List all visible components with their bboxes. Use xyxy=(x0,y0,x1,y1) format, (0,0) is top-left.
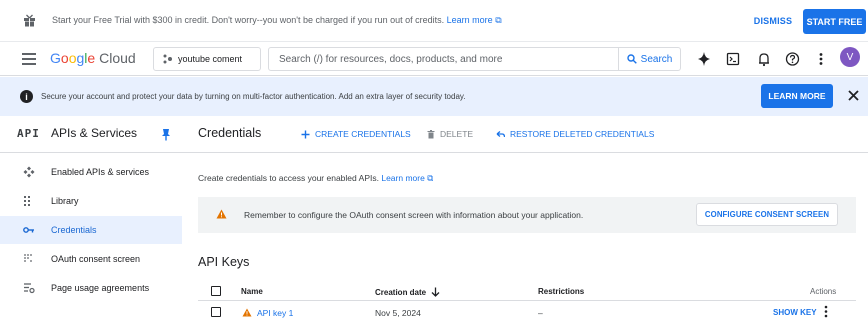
learn-more-button[interactable]: LEARN MORE xyxy=(761,84,833,108)
column-header-actions: Actions xyxy=(810,287,837,296)
project-dots-icon xyxy=(163,54,172,64)
external-link-icon: ⧉ xyxy=(495,15,502,25)
trial-message-text: Start your Free Trial with $300 in credi… xyxy=(52,15,445,25)
help-icon[interactable] xyxy=(785,51,800,67)
oauth-warning-box: Remember to configure the OAuth consent … xyxy=(198,197,856,233)
sidebar-item-oauth[interactable]: OAuth consent screen xyxy=(0,245,182,273)
oauth-warning-text: Remember to configure the OAuth consent … xyxy=(244,210,584,220)
sort-down-arrow-icon xyxy=(431,287,440,297)
sidebar-item-credentials[interactable]: Credentials xyxy=(0,216,182,244)
settings-list-icon xyxy=(24,283,35,294)
gift-icon xyxy=(24,14,35,27)
configure-consent-screen-button[interactable]: CONFIGURE CONSENT SCREEN xyxy=(696,203,838,226)
page-header: Credentials CREATE CREDENTIALS DELETE RE… xyxy=(182,116,868,153)
intro-learn-more-link[interactable]: Learn more ⧉ xyxy=(381,173,433,183)
sidebar-item-label: Page usage agreements xyxy=(51,283,150,293)
warning-icon xyxy=(216,209,227,219)
credentials-intro: Create credentials to access your enable… xyxy=(198,173,433,184)
project-name: youtube coment xyxy=(178,54,243,64)
plus-icon xyxy=(301,130,310,138)
pin-icon[interactable] xyxy=(161,128,171,141)
search-button[interactable]: Search xyxy=(618,48,680,70)
delete-label: DELETE xyxy=(440,129,474,139)
api-logo-text: API xyxy=(17,127,40,140)
dismiss-button[interactable]: DISMISS xyxy=(744,9,802,33)
create-credentials-button[interactable]: CREATE CREDENTIALS xyxy=(301,129,411,139)
table-row: API key 1 Nov 5, 2024 – SHOW KEY xyxy=(198,301,856,323)
search-input[interactable]: Search (/) for resources, docs, products… xyxy=(268,47,681,71)
sidebar-title: APIs & Services xyxy=(51,126,138,140)
sidebar-item-enabled-apis[interactable]: Enabled APIs & services xyxy=(0,158,182,186)
api-key-creation-date: Nov 5, 2024 xyxy=(375,308,421,318)
sidebar-header: API APIs & Services xyxy=(0,116,182,153)
intro-learn-more-label: Learn more xyxy=(381,173,425,183)
create-credentials-label: CREATE CREDENTIALS xyxy=(315,129,411,139)
external-link-icon: ⧉ xyxy=(427,173,434,183)
column-header-name: Name xyxy=(241,287,263,296)
delete-button[interactable]: DELETE xyxy=(427,129,473,139)
gemini-sparkle-icon[interactable] xyxy=(697,51,711,67)
column-header-restrictions: Restrictions xyxy=(538,287,585,296)
trial-message: Start your Free Trial with $300 in credi… xyxy=(52,15,502,26)
library-icon xyxy=(24,196,30,206)
security-banner-text: Secure your account and protect your dat… xyxy=(41,92,466,101)
sidebar-item-label: Library xyxy=(51,196,79,206)
column-header-creation-date[interactable]: Creation date xyxy=(375,287,440,297)
restore-label: RESTORE DELETED CREDENTIALS xyxy=(510,129,655,139)
page-title: Credentials xyxy=(198,126,262,140)
notifications-bell-icon[interactable] xyxy=(757,51,771,67)
more-vert-icon[interactable] xyxy=(818,51,824,67)
search-placeholder: Search (/) for resources, docs, products… xyxy=(279,54,503,65)
row-more-vert-icon[interactable] xyxy=(824,305,828,318)
api-keys-table-header: Name Creation date Restrictions Actions xyxy=(198,281,856,301)
search-button-label: Search xyxy=(640,53,673,65)
sidebar-item-library[interactable]: Library xyxy=(0,187,182,215)
top-navigation: Google Cloud youtube coment Search (/) f… xyxy=(0,42,868,76)
sidebar-item-label: Credentials xyxy=(51,225,97,235)
sidebar-item-label: Enabled APIs & services xyxy=(51,167,150,177)
trial-learn-more-label: Learn more xyxy=(446,15,493,25)
trial-learn-more-link[interactable]: Learn more ⧉ xyxy=(447,15,502,25)
key-icon xyxy=(23,227,34,233)
row-checkbox[interactable] xyxy=(211,307,221,317)
creation-date-label: Creation date xyxy=(375,287,427,297)
sidebar: API APIs & Services Enabled APIs & servi… xyxy=(0,116,182,325)
info-icon: i xyxy=(20,90,33,103)
close-icon[interactable] xyxy=(847,89,860,102)
avatar[interactable]: V xyxy=(840,47,860,67)
warning-icon xyxy=(242,308,252,317)
trial-bar: Start your Free Trial with $300 in credi… xyxy=(0,0,868,42)
select-all-checkbox[interactable] xyxy=(211,286,221,296)
oauth-icon xyxy=(24,254,32,262)
credentials-intro-text: Create credentials to access your enable… xyxy=(198,173,379,183)
cloud-shell-icon[interactable] xyxy=(726,51,740,67)
restore-deleted-credentials-button[interactable]: RESTORE DELETED CREDENTIALS xyxy=(495,129,654,139)
enabled-apis-icon xyxy=(23,166,35,178)
project-picker[interactable]: youtube coment xyxy=(153,47,261,71)
google-cloud-logo[interactable]: Google Cloud xyxy=(50,50,136,66)
search-icon xyxy=(626,54,637,64)
trash-icon xyxy=(427,129,435,138)
start-free-button[interactable]: START FREE xyxy=(803,9,866,34)
undo-icon xyxy=(496,130,505,137)
show-key-button[interactable]: SHOW KEY xyxy=(773,308,817,317)
sidebar-item-label: OAuth consent screen xyxy=(51,254,141,264)
api-key-name-link[interactable]: API key 1 xyxy=(257,308,293,318)
api-key-restrictions: – xyxy=(538,308,543,318)
security-banner: i Secure your account and protect your d… xyxy=(0,77,868,116)
hamburger-menu-icon[interactable] xyxy=(22,53,36,65)
sidebar-item-page-usage[interactable]: Page usage agreements xyxy=(0,274,182,302)
api-keys-heading: API Keys xyxy=(198,255,250,269)
